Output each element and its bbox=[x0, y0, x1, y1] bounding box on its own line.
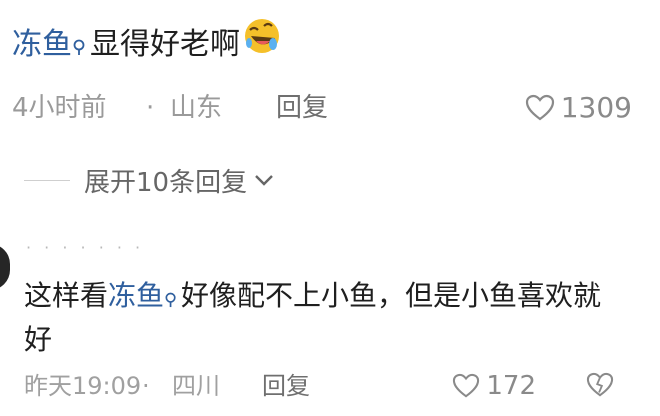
search-icon bbox=[72, 26, 88, 70]
comment-time: 昨天19:09 bbox=[24, 372, 142, 400]
like-button[interactable]: 172 bbox=[452, 366, 536, 406]
comment-meta: 昨天19:09 · 四川 回复 172 bbox=[24, 366, 614, 406]
heart-icon bbox=[525, 94, 554, 121]
divider-line bbox=[24, 179, 70, 181]
meta-separator: · bbox=[142, 372, 150, 400]
username[interactable]: · · · · · · · bbox=[26, 238, 144, 257]
like-count: 1309 bbox=[560, 91, 632, 124]
comment-text-part: 这样看 bbox=[24, 279, 109, 312]
broken-heart-icon[interactable] bbox=[586, 372, 614, 398]
expand-replies-button[interactable]: 展开10条回复 bbox=[24, 160, 275, 200]
like-button[interactable]: 1309 bbox=[525, 88, 632, 128]
comment-text: 显得好老啊 bbox=[90, 27, 240, 62]
comment-thread: 冻鱼 显得好老啊 4小时前 · 山东 回复 1309 展开10条回复 · · · … bbox=[0, 0, 660, 416]
chevron-down-icon bbox=[255, 175, 273, 186]
comment-location: 四川 bbox=[172, 372, 220, 400]
reply-button[interactable]: 回复 bbox=[276, 88, 328, 128]
avatar[interactable] bbox=[0, 244, 10, 290]
reply-button[interactable]: 回复 bbox=[262, 366, 310, 406]
meta-separator: · bbox=[146, 93, 155, 123]
like-count: 172 bbox=[486, 371, 536, 401]
comment-location: 山东 bbox=[170, 93, 223, 123]
search-icon bbox=[164, 280, 179, 320]
heart-icon bbox=[453, 373, 480, 398]
mention-link[interactable]: 冻鱼 bbox=[108, 279, 181, 312]
expand-replies-label: 展开10条回复 bbox=[84, 167, 248, 198]
comment-meta: 4小时前 · 山东 回复 1309 bbox=[12, 88, 632, 128]
rolling-laugh-emoji-icon bbox=[242, 16, 282, 69]
comment-body: 这样看冻鱼 好像配不上小鱼，但是小鱼喜欢就好 bbox=[24, 276, 624, 360]
comment-body: 冻鱼 显得好老啊 bbox=[12, 19, 282, 70]
comment-time: 4小时前 bbox=[12, 93, 107, 123]
mention-link[interactable]: 冻鱼 bbox=[12, 27, 90, 62]
